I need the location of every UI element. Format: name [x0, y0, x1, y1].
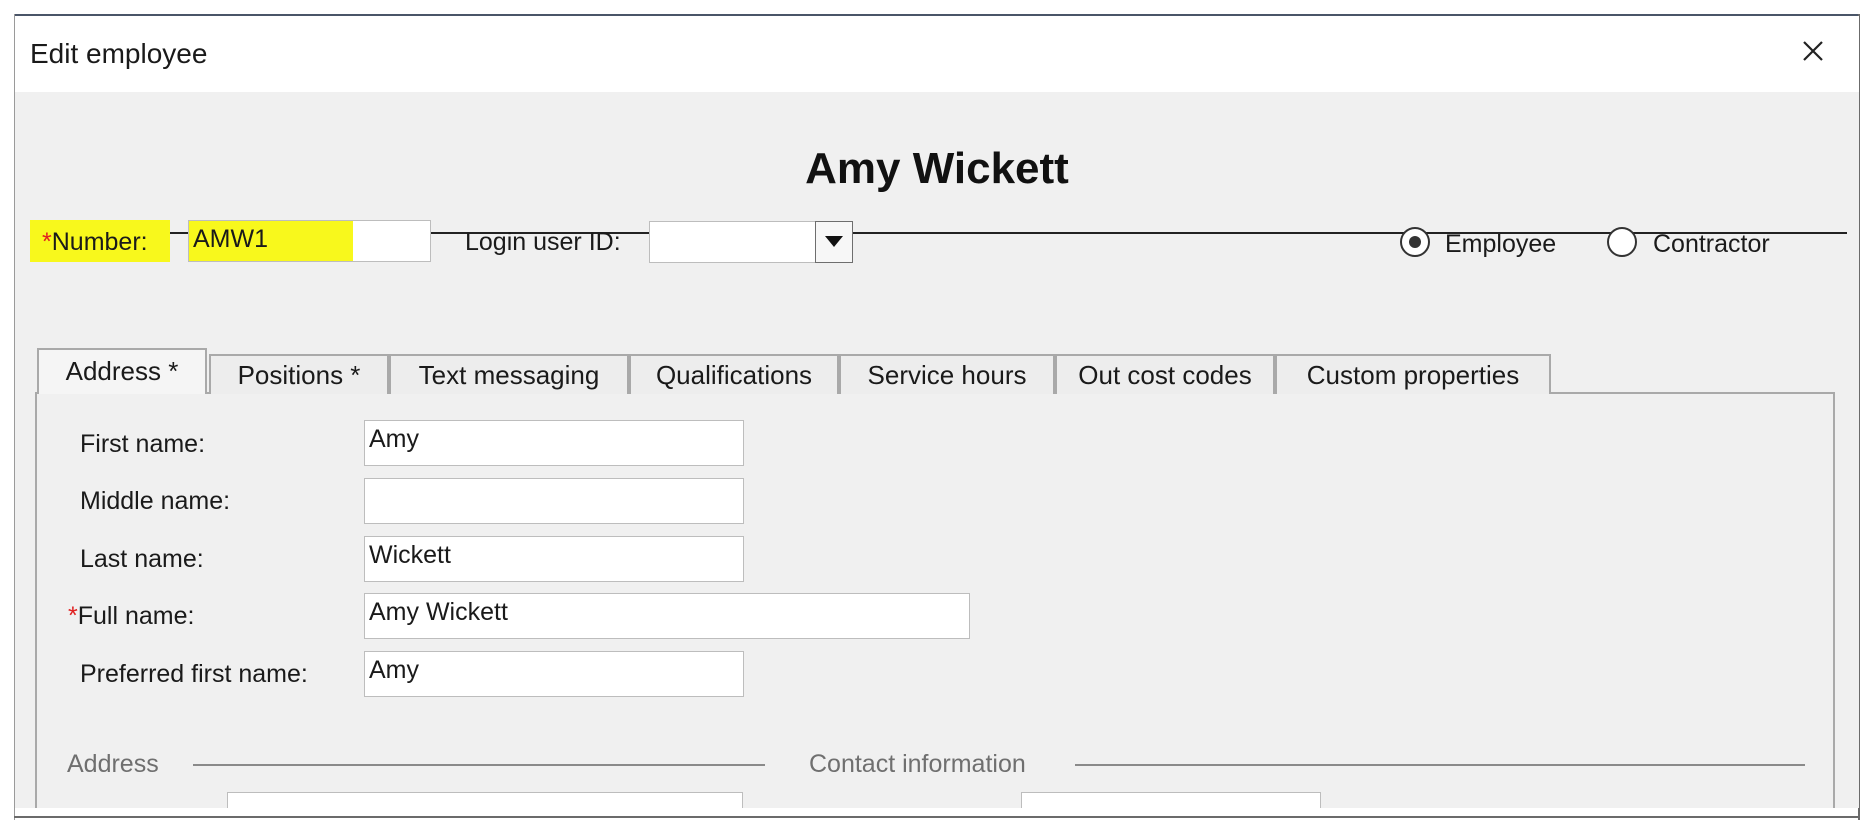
address-section-rule [193, 764, 765, 766]
middle-name-field[interactable] [364, 478, 744, 524]
dialog-titlebar [15, 16, 1859, 92]
contact-section-label: Contact information [809, 750, 1026, 778]
first-name-label: First name: [80, 430, 206, 458]
tab-qualifications[interactable]: Qualifications [629, 354, 839, 394]
tab-service-hours[interactable]: Service hours [839, 354, 1055, 394]
address-section-label: Address [67, 750, 159, 778]
tab-address[interactable]: Address * [37, 348, 207, 394]
employee-name-heading: Amy Wickett [805, 144, 1069, 193]
preferred-first-name-label: Preferred first name: [80, 660, 308, 688]
preferred-first-name-field[interactable]: Amy [364, 651, 744, 697]
close-icon[interactable] [1798, 36, 1828, 66]
tab-out-cost-codes[interactable]: Out cost codes [1055, 354, 1275, 394]
address-line-field[interactable] [227, 792, 743, 808]
number-label-text: Number: [51, 228, 148, 256]
number-field[interactable]: AMW1 [189, 221, 353, 261]
chevron-down-icon [825, 236, 843, 247]
last-name-label: Last name: [80, 545, 204, 573]
login-user-id-label: Login user ID: [465, 228, 621, 256]
tab-text-messaging[interactable]: Text messaging [389, 354, 629, 394]
required-marker: * [42, 228, 52, 256]
dialog-body: Amy Wickett *Number: AMW1 Login user ID:… [15, 92, 1859, 808]
contact-section-rule [1075, 764, 1805, 766]
employee-radio-label: Employee [1445, 230, 1557, 258]
window-bottom-border [14, 816, 1860, 818]
tab-positions[interactable]: Positions * [209, 354, 389, 394]
contractor-radio-label: Contractor [1653, 230, 1770, 258]
number-label: *Number: [42, 228, 148, 257]
dialog-title: Edit employee [30, 38, 208, 69]
contractor-radio[interactable] [1607, 227, 1637, 257]
full-name-label-text: Full name: [77, 602, 195, 630]
login-user-id-combo[interactable] [649, 221, 817, 263]
login-user-id-dropdown-button[interactable] [815, 221, 853, 263]
first-name-field[interactable]: Amy [364, 420, 744, 466]
tab-custom-properties[interactable]: Custom properties [1275, 354, 1551, 394]
employee-radio-selected-dot [1409, 236, 1421, 248]
required-marker: * [68, 602, 78, 630]
middle-name-label: Middle name: [80, 487, 231, 515]
full-name-label: *Full name: [68, 602, 194, 631]
employee-radio[interactable] [1400, 227, 1430, 257]
full-name-field[interactable]: Amy Wickett [364, 593, 970, 639]
contact-field[interactable] [1021, 792, 1321, 808]
last-name-field[interactable]: Wickett [364, 536, 744, 582]
